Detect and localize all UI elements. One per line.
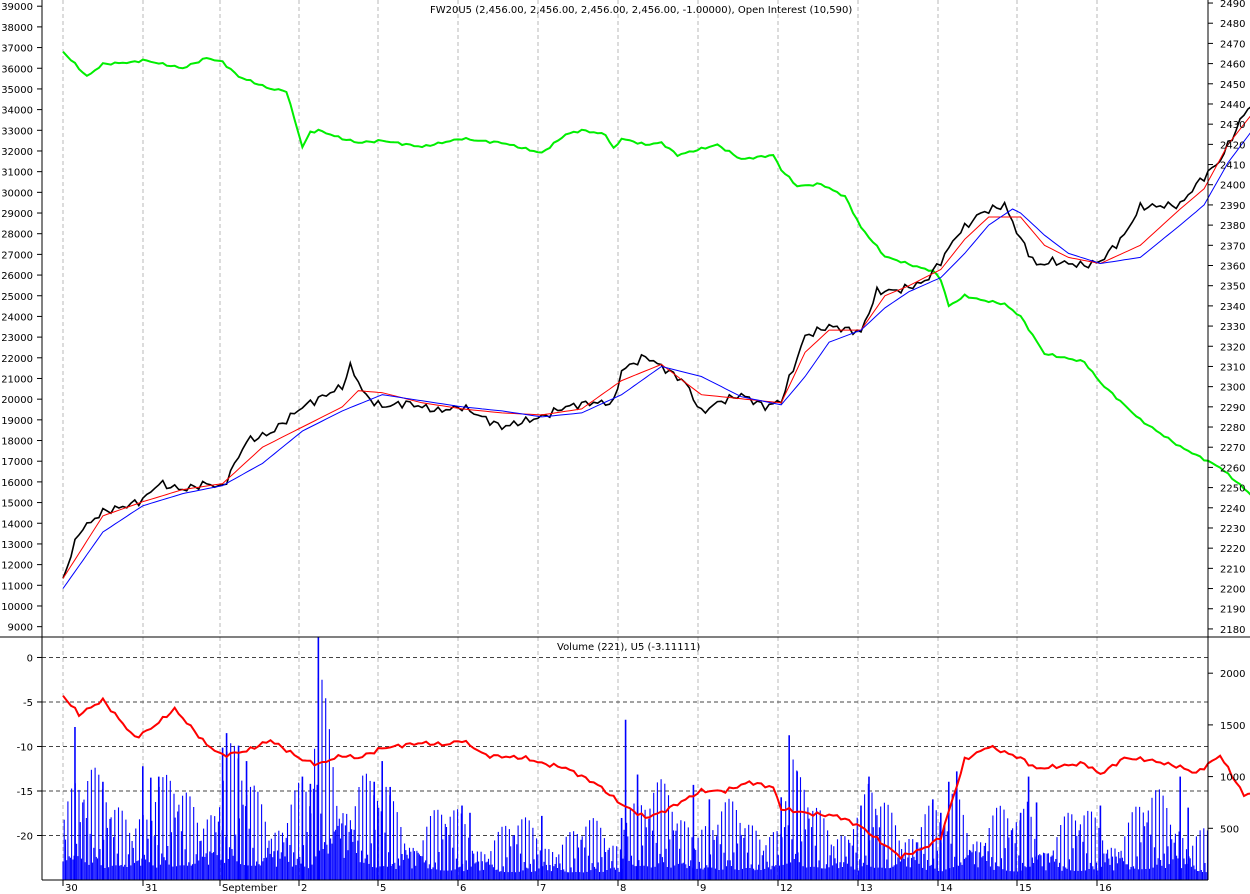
right-tick-label: 2450 xyxy=(1220,80,1245,91)
x-tick-label: 2 xyxy=(301,883,307,894)
left-tick-label: 25000 xyxy=(1,292,33,303)
x-tick-label: 30 xyxy=(65,883,78,894)
right-tick-label: 2210 xyxy=(1220,564,1245,575)
left-tick-label: 35000 xyxy=(1,85,33,96)
right-tick-label: 2390 xyxy=(1220,201,1245,212)
left-tick-label: 26000 xyxy=(1,271,33,282)
right-tick-label: 2420 xyxy=(1220,140,1245,151)
left-tick-label: 30000 xyxy=(1,188,33,199)
left-tick-label: 18000 xyxy=(1,437,33,448)
left-tick-label: 14000 xyxy=(1,519,33,530)
left-tick-label: 27000 xyxy=(1,250,33,261)
left-tick-label: 12000 xyxy=(1,561,33,572)
right-tick-label: 2370 xyxy=(1220,241,1245,252)
x-tick-label: 6 xyxy=(460,883,466,894)
right-tick-label: 2350 xyxy=(1220,282,1245,293)
right-tick-label: 500 xyxy=(1220,824,1239,835)
right-tick-label: 2480 xyxy=(1220,19,1245,30)
x-tick-label: 8 xyxy=(620,883,626,894)
right-tick-label: 2190 xyxy=(1220,605,1245,616)
left-tick-label: 17000 xyxy=(1,457,33,468)
left-tick-label: 21000 xyxy=(1,374,33,385)
x-tick-label: 14 xyxy=(940,883,953,894)
left-tick-label: 0 xyxy=(27,653,33,664)
left-tick-label: 10000 xyxy=(1,602,33,613)
x-tick-label: 9 xyxy=(700,883,706,894)
right-tick-label: 2220 xyxy=(1220,544,1245,555)
left-tick-label: 11000 xyxy=(1,581,33,592)
right-tick-label: 2230 xyxy=(1220,524,1245,535)
left-tick-label: 39000 xyxy=(1,2,33,13)
left-tick-label: 37000 xyxy=(1,44,33,55)
right-tick-label: 2360 xyxy=(1220,262,1245,273)
left-tick-label: 9000 xyxy=(8,623,33,634)
right-tick-label: 2280 xyxy=(1220,423,1245,434)
right-tick-label: 2290 xyxy=(1220,403,1245,414)
right-tick-label: 2180 xyxy=(1220,625,1245,636)
right-tick-label: 2320 xyxy=(1220,342,1245,353)
left-tick-label: 13000 xyxy=(1,540,33,551)
lower-panel-title: Volume (221), U5 (-3.11111) xyxy=(557,642,700,653)
right-tick-label: 2260 xyxy=(1220,463,1245,474)
left-tick-label: -20 xyxy=(17,831,33,842)
left-tick-label: 23000 xyxy=(1,333,33,344)
right-tick-label: 2460 xyxy=(1220,60,1245,71)
left-tick-label: 20000 xyxy=(1,395,33,406)
left-tick-label: -10 xyxy=(17,742,33,753)
left-tick-label: 33000 xyxy=(1,126,33,137)
left-tick-label: 24000 xyxy=(1,312,33,323)
upper-panel-title: FW20U5 (2,456.00, 2,456.00, 2,456.00, 2,… xyxy=(430,5,852,16)
left-tick-label: -15 xyxy=(17,787,33,798)
right-tick-label: 2300 xyxy=(1220,383,1245,394)
right-tick-label: 2240 xyxy=(1220,504,1245,515)
x-tick-label: September xyxy=(222,883,278,894)
right-tick-label: 2400 xyxy=(1220,181,1245,192)
x-tick-label: 31 xyxy=(145,883,158,894)
left-tick-label: 29000 xyxy=(1,209,33,220)
x-tick-label: 13 xyxy=(860,883,873,894)
left-tick-label: 38000 xyxy=(1,23,33,34)
x-tick-label: 5 xyxy=(380,883,386,894)
left-tick-label: 22000 xyxy=(1,354,33,365)
x-tick-label: 7 xyxy=(540,883,546,894)
left-tick-label: 28000 xyxy=(1,230,33,241)
left-tick-label: 16000 xyxy=(1,478,33,489)
chart-canvas: 30 31 September 2 5 6 7 8 9 12 13 14 15 1690001000011… xyxy=(0,0,1250,894)
left-tick-label: -5 xyxy=(23,698,33,709)
left-tick-label: 19000 xyxy=(1,416,33,427)
right-tick-label: 1000 xyxy=(1220,773,1245,784)
right-tick-label: 2310 xyxy=(1220,362,1245,373)
left-tick-label: 32000 xyxy=(1,147,33,158)
right-tick-label: 2410 xyxy=(1220,161,1245,172)
x-tick-label: 15 xyxy=(1019,883,1032,894)
right-tick-label: 2340 xyxy=(1220,302,1245,313)
left-tick-label: 31000 xyxy=(1,168,33,179)
right-tick-label: 1500 xyxy=(1220,721,1245,732)
right-tick-label: 2270 xyxy=(1220,443,1245,454)
right-tick-label: 2440 xyxy=(1220,100,1245,111)
right-tick-label: 2330 xyxy=(1220,322,1245,333)
right-tick-label: 2470 xyxy=(1220,39,1245,50)
right-tick-label: 2380 xyxy=(1220,221,1245,232)
right-tick-label: 2200 xyxy=(1220,585,1245,596)
left-tick-label: 36000 xyxy=(1,64,33,75)
x-tick-label: 12 xyxy=(780,883,793,894)
right-tick-label: 2490 xyxy=(1220,0,1245,10)
right-tick-label: 2000 xyxy=(1220,669,1245,680)
right-tick-label: 2250 xyxy=(1220,484,1245,495)
left-tick-label: 15000 xyxy=(1,499,33,510)
left-tick-label: 34000 xyxy=(1,106,33,117)
x-tick-label: 16 xyxy=(1099,883,1112,894)
right-tick-label: 2430 xyxy=(1220,120,1245,131)
